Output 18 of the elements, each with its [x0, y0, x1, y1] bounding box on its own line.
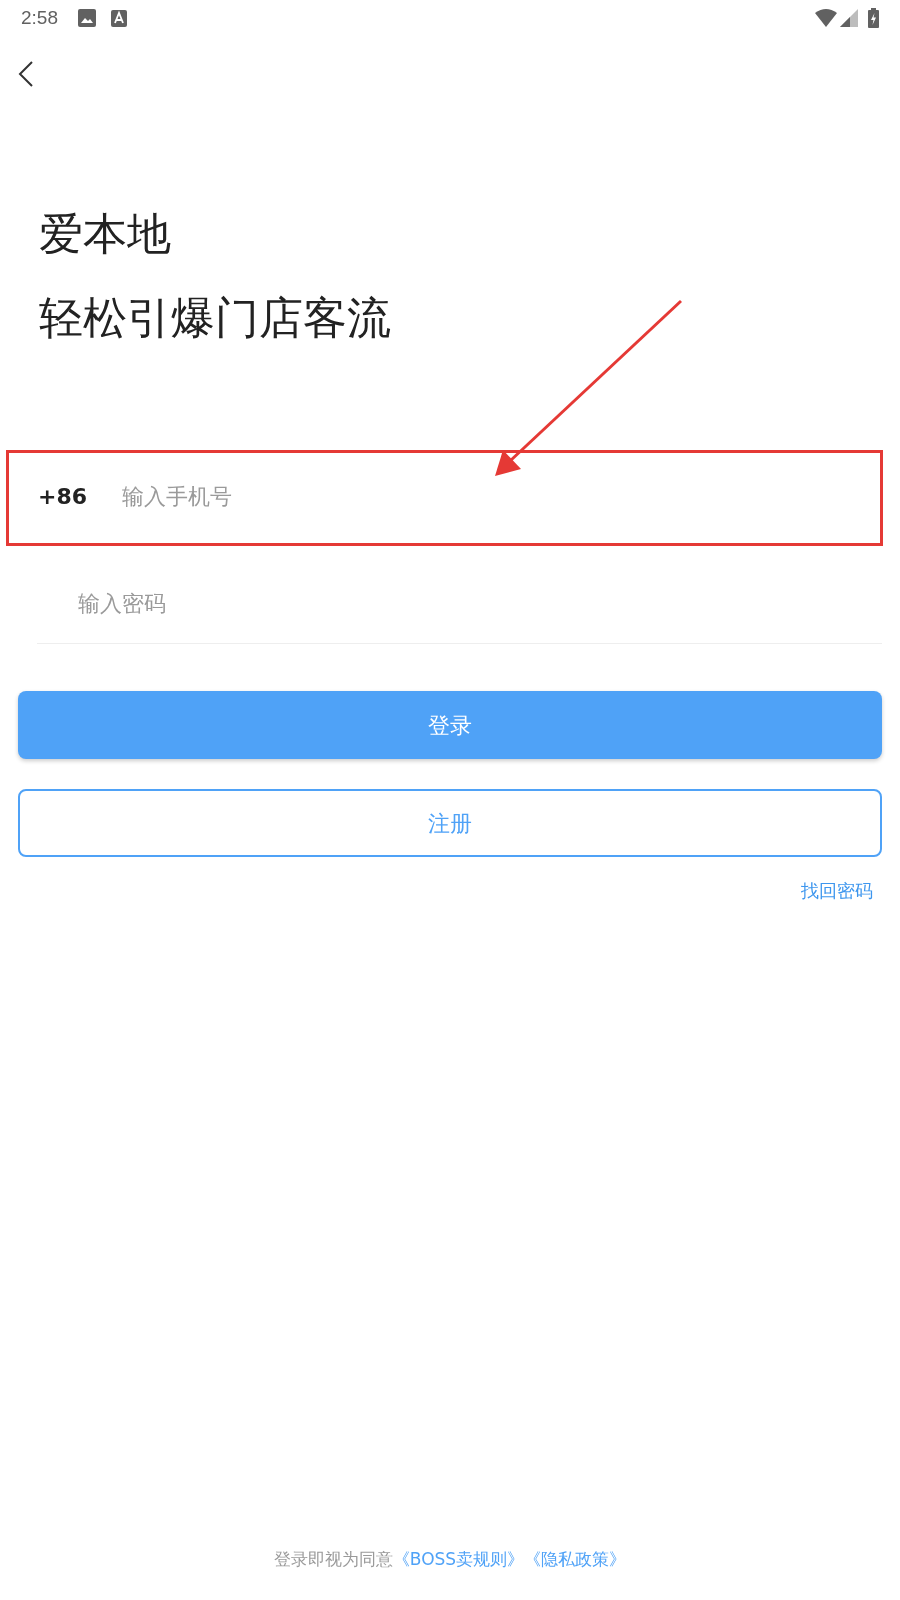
- wifi-icon: [815, 9, 837, 27]
- status-time: 2:58: [21, 5, 58, 30]
- back-icon[interactable]: [18, 60, 34, 88]
- font-icon: [111, 9, 127, 27]
- login-button[interactable]: 登录: [18, 691, 882, 759]
- forgot-password-link[interactable]: 找回密码: [801, 877, 873, 904]
- headline: 爱本地: [39, 207, 172, 261]
- image-icon: [78, 9, 96, 27]
- agreement-text: 登录即视为同意: [273, 1547, 393, 1571]
- phone-input[interactable]: 输入手机号: [122, 466, 870, 526]
- password-input[interactable]: 输入密码: [78, 573, 882, 634]
- battery-icon: [868, 8, 879, 28]
- register-button[interactable]: 注册: [18, 789, 882, 857]
- policy-link[interactable]: 《隐私政策》: [524, 1546, 627, 1572]
- policy-link[interactable]: 《BOSS卖规则》: [392, 1546, 525, 1572]
- country-code[interactable]: +86: [38, 479, 122, 513]
- headline: 轻松引爆门店客流: [39, 291, 392, 345]
- signal-icon: [840, 9, 858, 27]
